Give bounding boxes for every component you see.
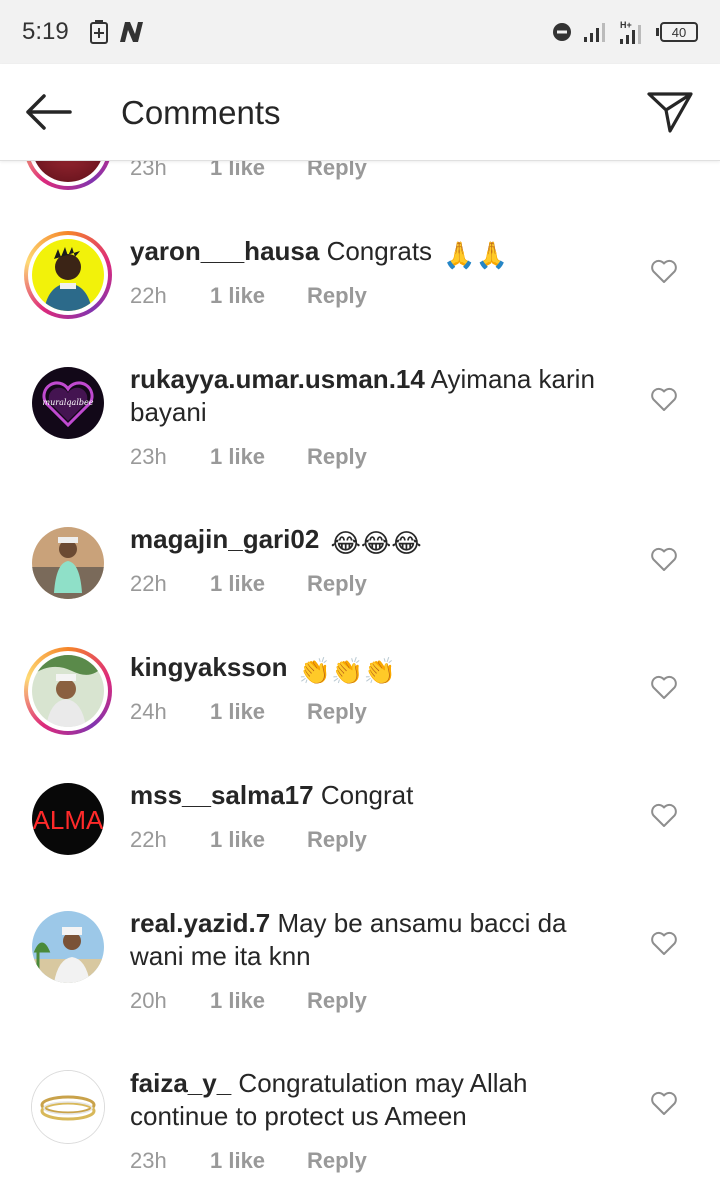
avatar-image bbox=[32, 911, 104, 983]
emoji-folded-hands: 🙏🙏 bbox=[443, 240, 509, 270]
avatar[interactable] bbox=[24, 647, 112, 735]
like-count[interactable]: 1 like bbox=[210, 444, 307, 470]
battery-saver-icon bbox=[89, 20, 108, 44]
like-count[interactable]: 1 like bbox=[210, 699, 307, 725]
like-count[interactable]: 1 like bbox=[210, 988, 307, 1014]
avatar-image bbox=[32, 655, 104, 727]
comment-time: 22h bbox=[130, 571, 167, 596]
reply-button[interactable]: Reply bbox=[307, 571, 367, 597]
app-n-icon bbox=[119, 22, 143, 42]
comment-username[interactable]: mss__salma17 bbox=[130, 780, 314, 810]
avatar-label: ALMA bbox=[33, 805, 104, 835]
reply-button[interactable]: Reply bbox=[307, 1148, 367, 1174]
like-count[interactable]: 1 like bbox=[210, 283, 307, 309]
heart-icon[interactable] bbox=[650, 386, 678, 412]
avatar-image: muralqalbee bbox=[32, 367, 104, 439]
app-header: Comments bbox=[0, 64, 720, 161]
do-not-disturb-icon bbox=[553, 23, 571, 41]
direct-message-icon[interactable] bbox=[646, 90, 694, 134]
heart-icon[interactable] bbox=[650, 930, 678, 956]
avatar-label: muralqalbee bbox=[43, 398, 94, 407]
heart-icon[interactable] bbox=[650, 1090, 678, 1116]
avatar-image: ALMA bbox=[32, 783, 104, 855]
status-bar: 5:19 H+ 40 bbox=[0, 0, 720, 64]
comment-username[interactable]: rukayya.umar.usman.14 bbox=[130, 364, 425, 394]
status-time: 5:19 bbox=[22, 18, 69, 45]
emoji-clapping-hands: 👏👏👏 bbox=[298, 656, 396, 686]
reply-button[interactable]: Reply bbox=[307, 827, 367, 853]
comment-username[interactable]: yaron___hausa bbox=[130, 236, 319, 266]
page-title: Comments bbox=[121, 94, 281, 131]
comment-time: 23h bbox=[130, 444, 167, 469]
signal-hplus-icon: H+ bbox=[620, 20, 641, 44]
comment-time: 22h bbox=[130, 827, 167, 852]
comment-time: 23h bbox=[130, 1148, 167, 1173]
like-count[interactable]: 1 like bbox=[210, 1148, 307, 1174]
back-arrow-icon[interactable] bbox=[22, 92, 74, 132]
comment-username[interactable]: magajin_gari02 bbox=[130, 524, 319, 554]
avatar[interactable]: ALMA bbox=[24, 775, 112, 863]
comment-time: 24h bbox=[130, 699, 167, 724]
reply-button[interactable]: Reply bbox=[307, 444, 367, 470]
comment-username[interactable]: real.yazid.7 bbox=[130, 908, 270, 938]
avatar-image bbox=[32, 239, 104, 311]
avatar-image bbox=[32, 1071, 104, 1143]
comment-body: Congrat bbox=[320, 780, 414, 810]
avatar[interactable] bbox=[24, 231, 112, 319]
avatar[interactable] bbox=[24, 903, 112, 991]
heart-icon[interactable] bbox=[650, 546, 678, 572]
comment-time: 22h bbox=[130, 283, 167, 308]
heart-icon[interactable] bbox=[650, 258, 678, 284]
comment-username[interactable]: kingyaksson bbox=[130, 652, 288, 682]
like-count[interactable]: 1 like bbox=[210, 571, 307, 597]
reply-button[interactable]: Reply bbox=[307, 283, 367, 309]
heart-icon[interactable] bbox=[650, 802, 678, 828]
svg-text:H+: H+ bbox=[620, 20, 632, 30]
battery-level: 40 bbox=[671, 24, 687, 40]
avatar[interactable] bbox=[24, 519, 112, 607]
battery-icon: 40 bbox=[656, 22, 698, 42]
avatar[interactable] bbox=[24, 1063, 112, 1151]
comment-body: Congrats bbox=[326, 236, 433, 266]
signal-icon bbox=[584, 23, 605, 42]
comment-time: 20h bbox=[130, 988, 167, 1013]
comment-username[interactable]: faiza_y_ bbox=[130, 1068, 231, 1098]
comments-list[interactable]: 23h 1 like Reply yaron___hausa Congrats … bbox=[0, 0, 720, 1183]
avatar-image bbox=[32, 527, 104, 599]
reply-button[interactable]: Reply bbox=[307, 988, 367, 1014]
reply-button[interactable]: Reply bbox=[307, 699, 367, 725]
emoji-tears-of-joy: 😂😂😂 bbox=[330, 528, 422, 558]
avatar[interactable]: muralqalbee bbox=[24, 359, 112, 447]
heart-icon[interactable] bbox=[650, 674, 678, 700]
like-count[interactable]: 1 like bbox=[210, 827, 307, 853]
